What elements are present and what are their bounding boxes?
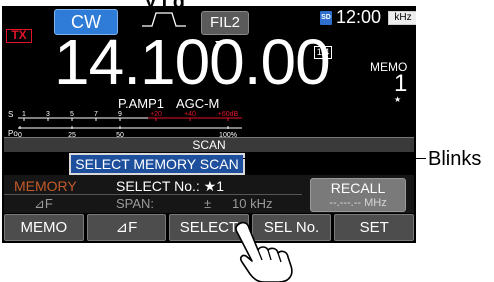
radio-screen: TX CW FIL2 SD 12:00 kHz 14.100.00 1/4 ME… <box>2 6 416 243</box>
span-value: 10 kHz <box>232 196 273 211</box>
softkey-delta-f[interactable]: ⊿F <box>86 214 167 241</box>
scan-title-bar: SCAN <box>4 137 414 152</box>
frequency-readout[interactable]: 14.100.00 <box>54 26 331 98</box>
span-plus-minus: ± <box>204 196 212 211</box>
span-label: SPAN: <box>116 196 155 211</box>
s-meter-tick-label: 7 <box>94 111 98 118</box>
s-meter-tick-label: 5 <box>70 111 74 118</box>
s-meter-label: S <box>8 110 13 119</box>
callout-leader-line <box>243 158 426 159</box>
s-meter-tick-label: 3 <box>46 111 50 118</box>
softkey-set[interactable]: SET <box>334 214 414 241</box>
s-meter-ticks: 1 3 5 7 9 +20 +40 +60dB <box>22 111 239 121</box>
multi-meter: S 1 3 5 7 9 +20 +40 +60dB Po 0 25 50 100% <box>8 110 242 138</box>
select-no-value: SELECT No.: ★1 <box>116 178 225 194</box>
softkey-bar: MEMO ⊿F SELECT SEL No. SET <box>2 214 416 243</box>
s-meter-tick-label: +40 <box>184 111 196 118</box>
tuning-step-badge: 1/4 <box>314 46 332 59</box>
tx-indicator: TX <box>6 29 32 43</box>
scan-settings-panel: MEMORY ⊿F SELECT No.: ★1 SPAN: ± 10 kHz … <box>4 175 414 213</box>
s-meter-tick-label: +20 <box>150 111 162 118</box>
memory-mode-label[interactable]: MEMORY <box>14 178 77 194</box>
memo-channel: 1 <box>394 70 408 97</box>
sd-card-icon: SD <box>320 11 332 25</box>
softkey-memo[interactable]: MEMO <box>4 214 84 241</box>
memo-star-icon: ★ <box>394 95 402 104</box>
s-meter-tick-label: 1 <box>22 111 26 118</box>
unit-badge: kHz <box>388 11 416 25</box>
tuning-marker-icon <box>215 41 223 46</box>
select-memory-scan-banner: SELECT MEMORY SCAN <box>69 153 245 175</box>
pointing-hand-icon <box>235 221 293 282</box>
s-meter-tick-label: 9 <box>118 111 122 118</box>
recall-button[interactable]: RECALL --.---.-- MHz <box>310 178 406 212</box>
delta-f-label[interactable]: ⊿F <box>34 196 53 212</box>
s-meter-tick-label: +60dB <box>218 111 239 118</box>
scan-title: SCAN <box>192 138 226 152</box>
blinks-callout: Blinks <box>428 148 482 170</box>
recall-label: RECALL <box>330 180 386 196</box>
recall-frequency: --.---.-- MHz <box>329 197 387 209</box>
clock: 12:00 <box>336 7 382 27</box>
